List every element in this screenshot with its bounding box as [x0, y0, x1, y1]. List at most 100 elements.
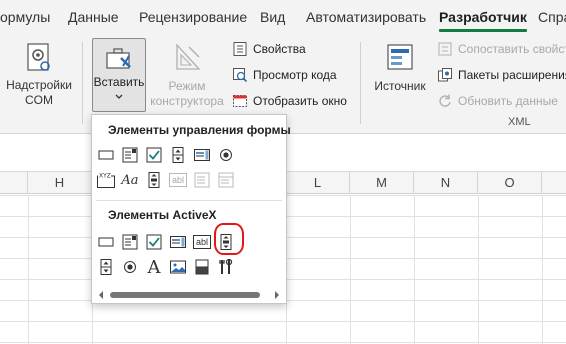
tab-review[interactable]: Рецензирование [139, 9, 247, 25]
tab-developer[interactable]: Разработчик [439, 9, 527, 32]
form-option-button-control[interactable] [216, 145, 236, 165]
tab-view[interactable]: Вид [260, 9, 285, 25]
column-header-partial[interactable] [0, 172, 28, 194]
column-header-n[interactable]: N [414, 172, 478, 194]
combobox-icon [122, 147, 138, 163]
checkbox-icon [146, 234, 162, 250]
dialog-window-icon [233, 95, 247, 107]
radio-icon [124, 261, 136, 273]
ribbon-separator [360, 42, 361, 124]
column-header-h[interactable]: H [28, 172, 92, 194]
properties-label: Свойства [253, 42, 306, 56]
com-addins-button[interactable]: Надстройки COM [4, 39, 74, 108]
show-window-label: Отобразить окно [253, 94, 347, 108]
activex-image-control[interactable] [168, 257, 188, 277]
com-addins-label-2: COM [25, 93, 53, 107]
form-checkbox-control[interactable] [144, 145, 164, 165]
toggle-button-icon [195, 259, 209, 275]
activex-checkbox-control[interactable] [144, 232, 164, 252]
xml-source-button[interactable]: Источник [368, 39, 432, 94]
refresh-data-button[interactable]: Обновить данные [437, 91, 558, 111]
activex-toggle-button-control[interactable] [192, 257, 212, 277]
activex-more-controls[interactable] [216, 257, 236, 277]
xml-group-label: XML [508, 116, 531, 128]
form-combo-list-disabled [192, 170, 212, 190]
scrollbar-icon [220, 234, 232, 250]
tab-help[interactable]: Спра [538, 9, 566, 25]
listbox-icon [170, 236, 186, 248]
scroll-thumb[interactable] [110, 292, 260, 298]
expansion-packs-label: Пакеты расширения [458, 68, 566, 82]
activex-listbox-control[interactable] [168, 232, 188, 252]
insert-control-button[interactable]: Вставить [92, 38, 146, 112]
listbox-icon [194, 149, 210, 161]
xml-source-label: Источник [374, 79, 426, 93]
column-header-m[interactable]: M [350, 172, 414, 194]
activex-spin-button-control[interactable] [96, 257, 116, 277]
grid-line [414, 195, 415, 344]
button-icon [98, 150, 114, 160]
tab-data[interactable]: Данные [68, 9, 119, 25]
grid-line [28, 195, 29, 344]
design-mode-label-1: Режим [168, 79, 206, 93]
xyz-text: XYZ [99, 173, 111, 180]
grid-line [350, 195, 351, 344]
activex-title: Элементы ActiveX [108, 208, 217, 222]
tab-automate[interactable]: Автоматизировать [306, 9, 426, 25]
form-combo-dropdown-disabled [216, 170, 236, 190]
column-header-o[interactable]: O [478, 172, 542, 194]
properties-button[interactable]: Свойства [232, 39, 306, 59]
grid-line [542, 195, 543, 344]
expansion-packs-icon [438, 68, 452, 82]
form-combobox-control[interactable] [120, 145, 140, 165]
activex-scrollbar-control[interactable] [216, 232, 236, 252]
textbox-abl-icon: abl [192, 235, 211, 249]
com-addins-label-1: Надстройки [6, 78, 72, 92]
tools-icon [219, 258, 233, 274]
group-box-icon: XYZ [97, 172, 115, 188]
form-group-box-control[interactable]: XYZ [96, 170, 116, 190]
image-icon [170, 260, 186, 274]
label-aa-icon: Aa [121, 172, 139, 188]
view-code-button[interactable]: Просмотр кода [232, 65, 337, 85]
xml-source-icon [387, 44, 413, 70]
activex-textbox-control[interactable]: abl [192, 232, 212, 252]
form-button-control[interactable] [96, 145, 116, 165]
map-properties-label: Сопоставить свойст [458, 42, 566, 56]
activex-option-button-control[interactable] [120, 257, 140, 277]
abl-disabled-icon: abl [168, 173, 187, 187]
gear-page-icon [27, 43, 50, 71]
combo-dropdown-disabled-icon [218, 172, 234, 188]
properties-icon [233, 42, 247, 56]
tab-formulas[interactable]: ормулы [0, 9, 50, 25]
insert-controls-dropdown: Элементы управления формы XYZ Aa abl Эле… [91, 114, 291, 304]
activex-label-control[interactable]: A [144, 257, 164, 278]
form-textfield-control-disabled: abl [168, 170, 188, 190]
radio-icon [220, 149, 232, 161]
scroll-left-arrow-icon[interactable] [96, 289, 106, 301]
refresh-icon [439, 94, 451, 107]
form-scrollbar-control[interactable] [144, 170, 164, 190]
expansion-packs-button[interactable]: Пакеты расширения [437, 65, 566, 85]
form-listbox-control[interactable] [192, 145, 212, 165]
scrollbar-icon [148, 172, 160, 188]
refresh-data-label: Обновить данные [458, 94, 558, 108]
activex-button-control[interactable] [96, 232, 116, 252]
form-label-control[interactable]: Aa [120, 170, 140, 190]
ruler-triangle-icon [176, 43, 201, 70]
column-header-l[interactable]: L [286, 172, 350, 194]
chevron-down-icon [115, 94, 123, 99]
grid-line [478, 195, 479, 344]
combo-list-disabled-icon [194, 172, 210, 188]
activex-combobox-control[interactable] [120, 232, 140, 252]
excel-window: ормулы Данные Рецензирование Вид Автомат… [0, 0, 566, 344]
map-properties-button[interactable]: Сопоставить свойст [437, 39, 566, 59]
toolbox-icon [106, 48, 131, 69]
show-window-button[interactable]: Отобразить окно [232, 91, 347, 111]
section-divider [96, 200, 282, 201]
scroll-right-arrow-icon[interactable] [272, 289, 282, 301]
design-mode-button[interactable]: Режим конструктора [146, 39, 228, 109]
combobox-icon [122, 234, 138, 250]
form-spinner-control[interactable] [168, 145, 188, 165]
dropdown-scrollbar[interactable] [96, 289, 282, 301]
